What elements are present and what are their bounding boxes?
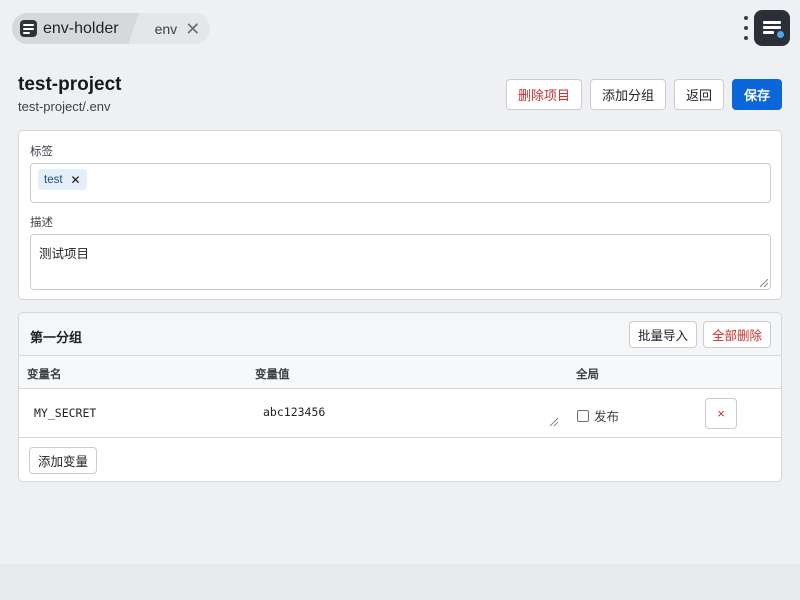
more-options-icon[interactable]	[743, 16, 749, 40]
group-title: 第一分组	[30, 330, 83, 345]
column-header-name: 变量名	[27, 369, 62, 381]
project-path: test-project/.env	[18, 99, 111, 114]
tags-input[interactable]: test ✕	[30, 163, 771, 203]
global-publish-checkbox[interactable]: 发布	[577, 406, 619, 425]
tag-chip: test ✕	[38, 169, 87, 190]
page-title: test-project	[18, 74, 122, 95]
delete-variable-button[interactable]: ×	[705, 398, 737, 429]
remove-tag-icon[interactable]: ✕	[71, 173, 81, 187]
tags-label: 标签	[30, 146, 53, 158]
description-label: 描述	[30, 217, 53, 229]
column-header-global: 全局	[576, 369, 599, 381]
tab-env[interactable]: env ✕	[128, 13, 211, 44]
top-bar: env-holder env ✕	[0, 0, 800, 56]
description-textarea[interactable]: 测试项目	[30, 234, 771, 290]
publish-label: 发布	[594, 410, 620, 424]
close-icon[interactable]: ✕	[185, 20, 200, 38]
menu-button[interactable]	[754, 10, 790, 46]
tab-strip: env-holder env ✕	[12, 13, 211, 44]
resize-handle-icon[interactable]	[760, 279, 768, 287]
table-row: MY_SECRET abc123456 发布 ×	[19, 389, 781, 438]
bulk-import-button[interactable]: 批量导入	[628, 321, 697, 348]
header-actions: 删除项目 添加分组 返回 保存	[505, 79, 782, 110]
resize-handle-icon[interactable]	[550, 418, 558, 426]
group-actions: 批量导入 全部删除	[628, 321, 771, 348]
group-header: 第一分组 批量导入 全部删除	[19, 313, 781, 356]
table-header: 变量名 变量值 全局	[19, 356, 781, 389]
checkbox-icon[interactable]	[577, 409, 589, 422]
column-header-value: 变量值	[255, 369, 290, 381]
variable-value-textarea[interactable]: abc123456	[256, 398, 560, 428]
description-text: 测试项目	[39, 247, 90, 261]
save-button[interactable]: 保存	[731, 79, 782, 110]
variable-name-input[interactable]: MY_SECRET	[34, 406, 96, 420]
variable-value-text: abc123456	[263, 405, 326, 419]
delete-all-button[interactable]: 全部删除	[702, 321, 771, 348]
notification-dot-icon	[776, 30, 785, 39]
app-title: env-holder	[43, 19, 119, 37]
tag-text: test	[44, 173, 63, 186]
footer-area	[0, 564, 800, 600]
project-meta-card: 标签 test ✕ 描述 测试项目	[18, 130, 782, 300]
app-logo-icon	[20, 20, 37, 37]
variable-group-card: 第一分组 批量导入 全部删除 变量名 变量值 全局 MY_SECRET abc1…	[18, 312, 782, 482]
tab-app[interactable]: env-holder	[12, 13, 141, 44]
tab-env-label: env	[154, 20, 178, 37]
back-button[interactable]: 返回	[673, 79, 724, 110]
delete-project-button[interactable]: 删除项目	[505, 79, 582, 110]
add-group-button[interactable]: 添加分组	[589, 79, 666, 110]
add-variable-button[interactable]: 添加变量	[29, 447, 98, 474]
